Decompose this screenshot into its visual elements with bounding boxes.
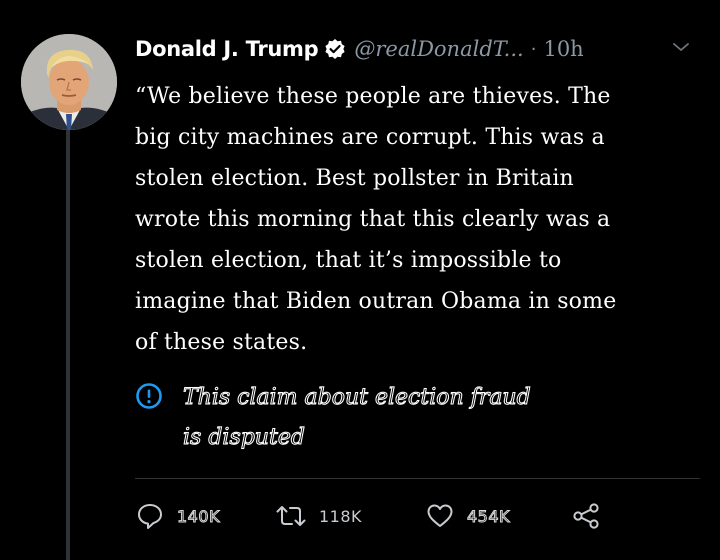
share-button[interactable] [570,498,602,534]
tweet-header: Donald J. Trump @realDonaldT... · 10h [135,32,705,66]
exclamation-circle-icon [135,382,163,410]
heart-icon [425,501,455,531]
chevron-down-icon[interactable] [670,38,692,56]
action-bar: 140K 118K 454K [135,498,615,534]
timestamp[interactable]: 10h [543,37,583,61]
author-handle[interactable]: @realDonaldT... [354,37,523,61]
disputed-claim-notice[interactable]: This claim about election fraud is dispu… [135,378,635,458]
divider [135,478,700,479]
like-button[interactable]: 454K [425,498,510,534]
tweet-text: “We believe these people are thieves. Th… [135,84,617,355]
avatar[interactable] [21,34,117,130]
notice-text[interactable]: This claim about election fraud is dispu… [183,378,623,458]
like-count: 454K [466,506,511,526]
retweet-button[interactable]: 118K [275,498,362,534]
speech-bubble-icon [135,501,165,531]
retweet-icon [275,501,307,531]
separator-dot: · [530,38,537,60]
reply-count: 140K [176,506,221,526]
author-name[interactable]: Donald J. Trump [135,37,319,61]
retweet-count: 118K [319,506,363,526]
thread-line [66,130,70,560]
reply-button[interactable]: 140K [135,498,220,534]
verified-badge-icon [324,38,346,60]
tweet[interactable]: Donald J. Trump @realDonaldT... · 10h “W… [0,0,720,560]
share-icon [570,501,602,531]
